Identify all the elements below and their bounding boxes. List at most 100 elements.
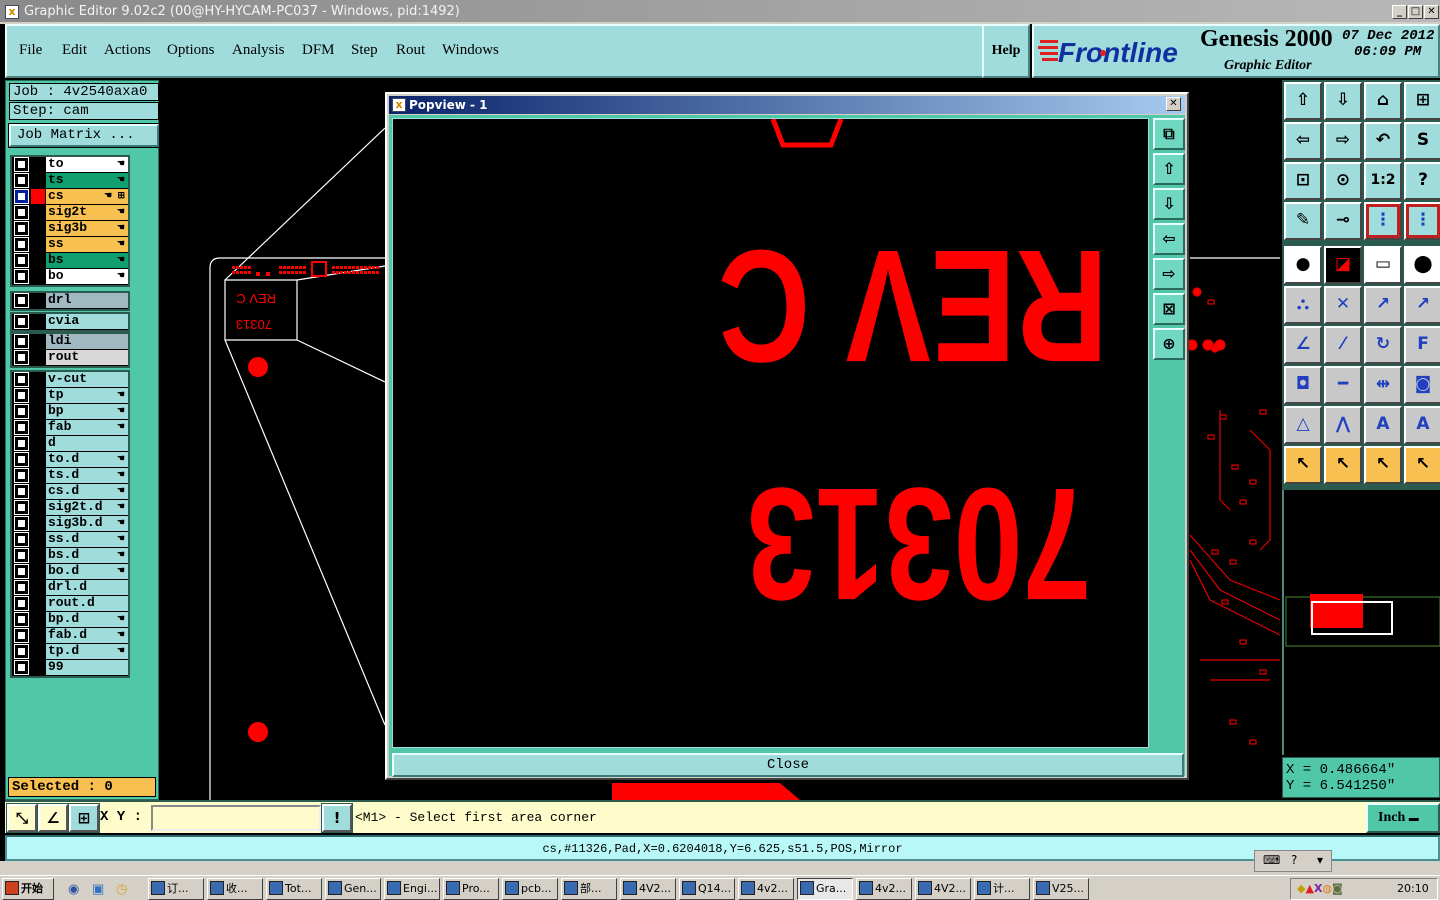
quicklaunch-ie-icon[interactable]: ◉ [68,881,79,897]
arch-icon[interactable]: A [1364,406,1402,444]
taskbar-item[interactable]: Tot... [266,878,322,900]
taskbar-item[interactable]: 4V2... [915,878,971,900]
layer-checkbox[interactable] [14,580,29,595]
zoom-out-icon[interactable]: ⊙ [1324,162,1362,200]
layer-row-fab[interactable]: fab ☚ [12,420,128,435]
zoom-in-icon[interactable]: ⊡ [1284,162,1322,200]
help-icon[interactable]: ? [1291,853,1297,867]
layer-row-bs.d[interactable]: bs.d ☚ [12,548,128,563]
layer-row-fab.d[interactable]: fab.d ☚ [12,628,128,643]
layer-row-sig3b.d[interactable]: sig3b.d ☚ [12,516,128,531]
close-button[interactable]: ✕ [1424,5,1439,19]
quicklaunch-desktop-icon[interactable]: ▣ [92,881,104,897]
help-menu[interactable]: Help [982,24,1030,78]
layer-checkbox[interactable] [14,205,29,220]
arch-cut-icon[interactable]: A [1404,406,1440,444]
layer-checkbox[interactable] [14,237,29,252]
one-to-two-icon[interactable]: 1:2 [1364,162,1402,200]
layer-checkbox[interactable] [14,157,29,172]
xy-input[interactable] [151,805,321,831]
pan-left-icon[interactable]: ⇦ [1153,223,1185,255]
xy-grid-icon[interactable]: ⊞ [1404,82,1440,120]
popview-canvas[interactable]: REV C 70313 [392,118,1149,748]
home-icon[interactable]: ⌂ [1364,82,1402,120]
layer-row-sig2t[interactable]: sig2t ☚ [12,205,128,220]
layer-row-drl.d[interactable]: drl.d [12,580,128,595]
pan-up-icon[interactable]: ⇧ [1153,153,1185,185]
layer-name[interactable]: tp ☚ [46,388,128,403]
layer-name[interactable]: ts ☚ [46,173,128,188]
move-circle-icon[interactable]: ↗ [1364,286,1402,324]
layer-row-drl[interactable]: drl [12,293,128,308]
layer-row-sig2t.d[interactable]: sig2t.d ☚ [12,500,128,515]
taskbar-item[interactable]: 4v2... [856,878,912,900]
shapes-icon[interactable]: ◙ [1404,366,1440,404]
taskbar-item[interactable]: 部... [561,878,617,900]
quicklaunch-clock-icon[interactable]: ◷ [116,881,127,897]
job-matrix-button[interactable]: Job Matrix ... [8,123,160,148]
layer-checkbox[interactable] [14,596,29,611]
help-icon[interactable]: ? [1404,162,1440,200]
select-box-icon[interactable]: ↖ [1324,446,1362,484]
layer-checkbox[interactable] [14,532,29,547]
layer-row-cvia[interactable]: cvia [12,314,128,329]
rotate-icon[interactable]: ↻ [1364,326,1402,364]
layer-checkbox[interactable] [14,516,29,531]
peak-icon[interactable]: ⋀ [1324,406,1362,444]
pan-right-icon[interactable]: ⇨ [1324,122,1362,160]
tray-icon[interactable]: ◍ [1322,882,1332,895]
layer-row-d[interactable]: d [12,436,128,451]
layer-row-ldi[interactable]: ldi [12,334,128,349]
layer-checkbox[interactable] [14,221,29,236]
layer-checkbox[interactable] [14,189,29,204]
layer-name[interactable]: bp ☚ [46,404,128,419]
menu-actions[interactable]: Actions [104,42,151,59]
ruler-icon[interactable]: ▭ [1364,246,1402,284]
taskbar-item[interactable]: 计... [974,878,1030,900]
maximize-button[interactable]: □ [1408,5,1423,19]
taskbar-item[interactable]: Pro... [443,878,499,900]
layer-checkbox[interactable] [14,564,29,579]
popview-title-bar[interactable]: x Popview - 1 ✕ [389,96,1185,114]
tools-palette-icon[interactable]: ✎ [1284,202,1322,240]
layer-name[interactable]: sig2t.d ☚ [46,500,128,515]
grid-icon[interactable]: ⊞ [68,803,100,833]
triangle-icon[interactable]: △ [1284,406,1322,444]
taskbar-item[interactable]: pcb... [502,878,558,900]
layer-row-rout[interactable]: rout [12,350,128,365]
tray-icon[interactable]: ▲ [1305,882,1313,895]
snap-icon[interactable]: ⊸ [1324,202,1362,240]
undo-view-icon[interactable]: ↶ [1364,122,1402,160]
layer-name[interactable]: rout [46,350,128,365]
layer-checkbox[interactable] [14,293,29,308]
popview-close-button[interactable]: Close [392,753,1184,777]
layer-name[interactable]: bp.d ☚ [46,612,128,627]
layer-row-to[interactable]: to ☚ [12,157,128,172]
layer-checkbox[interactable] [14,269,29,284]
measure-pads-icon[interactable]: ◪ [1324,246,1362,284]
layer-name[interactable]: ss.d ☚ [46,532,128,547]
zoom-window-icon[interactable]: ⧉ [1153,118,1185,150]
execute-icon[interactable]: ! [321,803,353,833]
layer-name[interactable]: bs.d ☚ [46,548,128,563]
select-arrow-icon[interactable]: ↖ [1284,446,1322,484]
layer-name[interactable]: drl [46,293,128,308]
select-polygon-icon[interactable]: ↖ [1364,446,1402,484]
layer-name[interactable]: v-cut [46,372,128,387]
layer-name[interactable]: rout.d [46,596,128,611]
layer-name[interactable]: to.d ☚ [46,452,128,467]
layer-checkbox[interactable] [14,548,29,563]
layer-row-to.d[interactable]: to.d ☚ [12,452,128,467]
taskbar-item[interactable]: V25... [1033,878,1089,900]
layer-row-cs[interactable]: cs ☚ ⊞ [12,189,128,204]
layer-checkbox[interactable] [14,334,29,349]
layer-name[interactable]: cs.d ☚ [46,484,128,499]
menu-options[interactable]: Options [167,42,215,59]
layer-name[interactable]: ldi [46,334,128,349]
layer-name[interactable]: 99 [46,660,128,675]
layer-name[interactable]: sig3b.d ☚ [46,516,128,531]
netlist-bottom-icon[interactable]: ⋮ [1404,202,1440,240]
zoom-out-icon[interactable]: ⊕ [1153,328,1185,360]
layer-name[interactable]: d [46,436,128,451]
layer-row-bs[interactable]: bs ☚ [12,253,128,268]
